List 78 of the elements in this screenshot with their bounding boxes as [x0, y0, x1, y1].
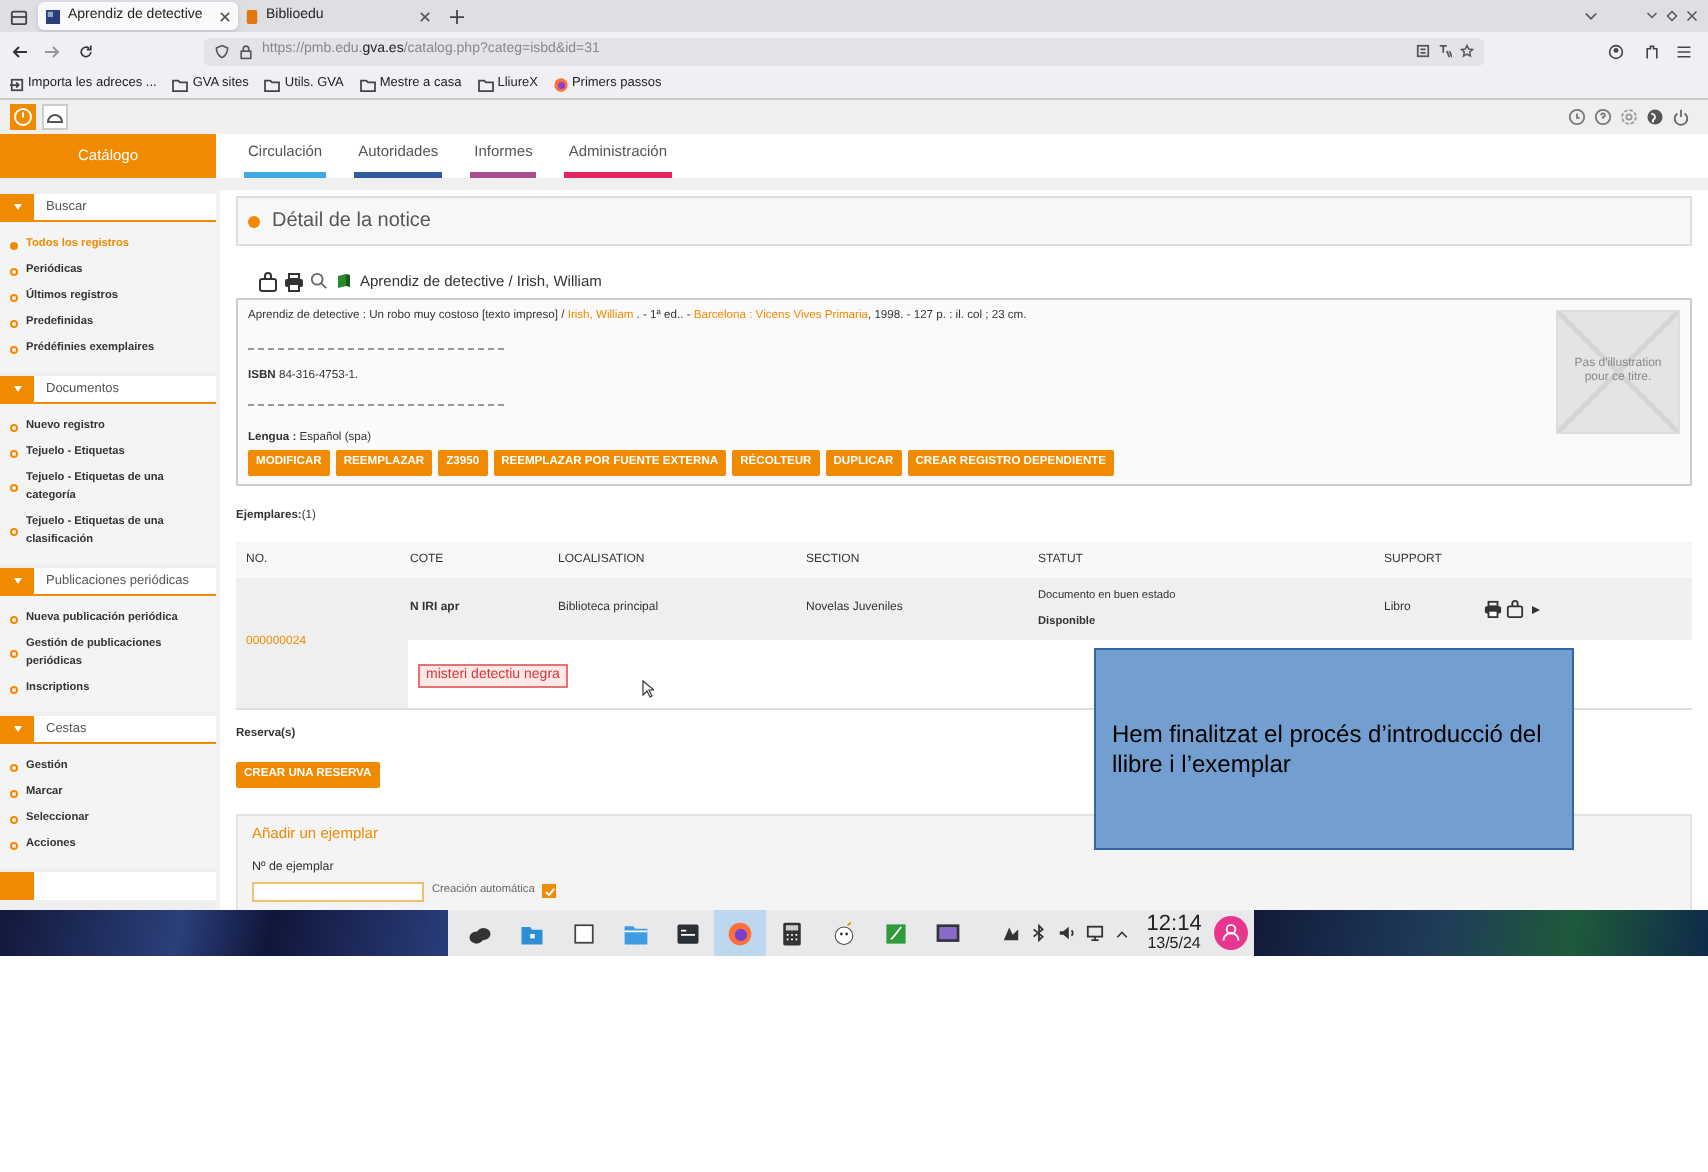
- bullet-icon: [10, 319, 18, 327]
- bullet-icon: [248, 215, 260, 227]
- search-icon[interactable]: [310, 272, 328, 291]
- arrow-icon[interactable]: [1532, 605, 1540, 614]
- book-favicon: [246, 9, 258, 23]
- reader-view-icon[interactable]: [1416, 44, 1430, 58]
- power-icon[interactable]: [1672, 108, 1690, 126]
- display-icon[interactable]: [1086, 924, 1105, 942]
- folder-icon: [264, 77, 281, 91]
- history-icon[interactable]: [1568, 108, 1586, 126]
- bullet-icon: [10, 449, 18, 457]
- tab-overview-icon[interactable]: [10, 7, 28, 25]
- page-favicon: [46, 9, 60, 23]
- bullet-icon: [10, 615, 18, 623]
- caret-down-icon: [13, 578, 21, 584]
- copy-number-input[interactable]: [252, 881, 424, 902]
- network-icon[interactable]: [1002, 924, 1021, 942]
- translate-icon[interactable]: [1438, 44, 1452, 58]
- import-icon: [10, 77, 24, 91]
- help-icon[interactable]: [1594, 108, 1612, 126]
- section-header: Détail de la notice: [236, 196, 1692, 246]
- close-icon[interactable]: [1686, 10, 1698, 22]
- monitor-icon: [934, 919, 963, 947]
- globe-icon[interactable]: [1646, 108, 1664, 126]
- clock-date[interactable]: 13/5/24: [1147, 936, 1201, 952]
- close-icon[interactable]: [220, 11, 230, 21]
- bullet-icon: [10, 815, 18, 823]
- bullet-icon: [10, 293, 18, 301]
- account-icon[interactable]: [1608, 43, 1624, 59]
- new-tab-button[interactable]: [450, 9, 464, 23]
- clock-time[interactable]: 12:14: [1146, 914, 1202, 936]
- bluetooth-icon[interactable]: [1030, 924, 1049, 942]
- app-icon: [882, 919, 911, 947]
- bullet-icon: [10, 241, 18, 249]
- folder-icon: [477, 77, 494, 91]
- shield-icon: [214, 43, 230, 59]
- window-icon: [570, 919, 599, 947]
- folder-icon: [359, 77, 376, 91]
- close-icon[interactable]: [420, 11, 430, 21]
- back-button[interactable]: [12, 43, 28, 59]
- book-icon: [338, 274, 350, 289]
- menu-icon[interactable]: [1676, 43, 1692, 59]
- bullet-icon: [10, 528, 18, 536]
- cursor-icon: [641, 680, 654, 699]
- bullet-icon: [10, 423, 18, 431]
- bullet-icon: [10, 685, 18, 693]
- caret-down-icon: [13, 726, 21, 732]
- maximize-icon[interactable]: [1666, 10, 1678, 22]
- bullet-icon: [10, 484, 18, 492]
- bullet-icon: [10, 650, 18, 658]
- bullet-icon: [10, 763, 18, 771]
- bullet-icon: [10, 789, 18, 797]
- auto-create-checkbox[interactable]: [542, 884, 557, 899]
- chevron-down-icon[interactable]: [1584, 9, 1598, 23]
- caret-down-icon: [13, 204, 21, 210]
- minimize-icon[interactable]: [1646, 10, 1658, 22]
- star-icon[interactable]: [1460, 44, 1474, 58]
- basket-icon[interactable]: [258, 271, 278, 292]
- calculator-icon: [778, 919, 807, 947]
- bullet-icon: [10, 841, 18, 849]
- folder-icon: [172, 77, 189, 91]
- print-icon[interactable]: [1484, 600, 1502, 619]
- bullet-icon: [10, 345, 18, 353]
- terminal-icon: [674, 919, 703, 947]
- firefox-icon: [726, 919, 755, 947]
- reload-icon[interactable]: [78, 43, 94, 59]
- bullet-icon: [10, 267, 18, 275]
- lock-icon: [238, 43, 254, 59]
- callout-note: Hem finalitzat el procés d’introducció del llibre i l’exemplar: [1094, 648, 1574, 850]
- firefox-icon: [553, 77, 568, 91]
- user-avatar-icon[interactable]: [1213, 916, 1248, 950]
- dashboard-icon[interactable]: [42, 104, 68, 130]
- extensions-icon[interactable]: [1644, 43, 1660, 59]
- caret-down-icon: [13, 386, 21, 392]
- volume-icon[interactable]: [1058, 924, 1077, 942]
- print-icon[interactable]: [284, 271, 304, 292]
- basket-icon[interactable]: [1506, 600, 1524, 619]
- smiley-icon: [830, 919, 859, 947]
